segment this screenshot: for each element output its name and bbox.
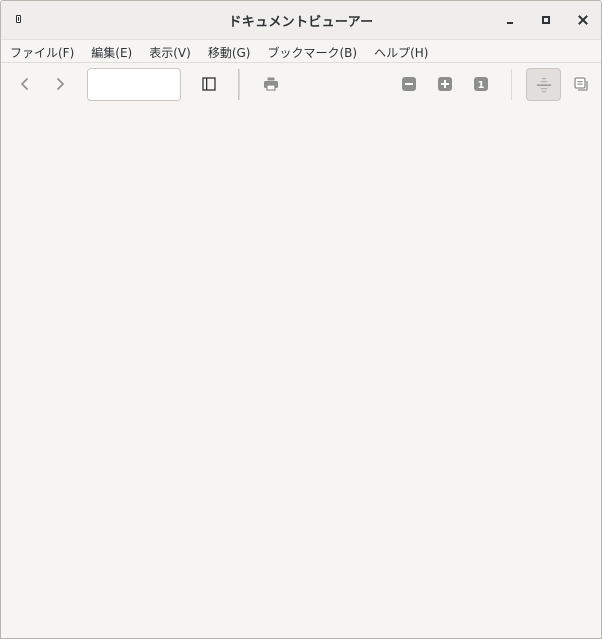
dual-page-icon — [574, 77, 588, 91]
toolbar: 1 — [1, 64, 601, 105]
zoom-in-icon — [438, 77, 452, 91]
toolbar-separator — [239, 69, 240, 100]
minimize-icon — [507, 22, 513, 24]
zoom-original-label: 1 — [478, 80, 485, 91]
title-bar[interactable]: ドキュメントビューアー — [1, 1, 601, 40]
close-button[interactable] — [574, 11, 592, 29]
minimize-button[interactable] — [501, 11, 519, 29]
back-button[interactable] — [10, 69, 40, 99]
chevron-right-icon — [56, 77, 65, 91]
zoom-original-button[interactable]: 1 — [466, 69, 496, 99]
sidebar-icon — [202, 77, 216, 91]
maximize-icon — [542, 16, 550, 24]
printer-icon — [264, 77, 278, 91]
sidebar-toggle-button[interactable] — [194, 69, 224, 99]
dual-page-button[interactable] — [566, 69, 596, 99]
zoom-out-icon — [402, 77, 416, 91]
menu-view[interactable]: 表示(V) — [143, 42, 197, 61]
menu-help[interactable]: ヘルプ(H) — [368, 42, 434, 61]
menu-edit[interactable]: 編集(E) — [85, 42, 138, 61]
menu-file[interactable]: ファイル(F) — [4, 42, 80, 61]
menu-bookmarks[interactable]: ブックマーク(B) — [261, 42, 363, 61]
forward-button[interactable] — [45, 69, 75, 99]
menu-bar: ファイル(F) 編集(E) 表示(V) 移動(G) ブックマーク(B) ヘルプ(… — [1, 40, 601, 63]
menu-go[interactable]: 移動(G) — [202, 42, 257, 61]
print-button[interactable] — [256, 69, 286, 99]
continuous-toggle-button[interactable] — [526, 68, 561, 101]
page-selector — [87, 68, 389, 101]
zoom-original-icon: 1 — [474, 77, 488, 91]
chevron-left-icon — [20, 77, 29, 91]
maximize-button[interactable] — [537, 11, 555, 29]
zoom-in-button[interactable] — [430, 69, 460, 99]
close-icon — [578, 15, 588, 25]
document-viewer-window: ドキュメントビューアー ファイル(F) 編集(E) 表示(V) 移動(G) ブッ… — [0, 0, 602, 639]
document-view-area[interactable] — [1, 105, 601, 638]
toolbar-separator — [511, 69, 512, 100]
zoom-out-button[interactable] — [394, 69, 424, 99]
continuous-scroll-icon — [536, 77, 551, 92]
